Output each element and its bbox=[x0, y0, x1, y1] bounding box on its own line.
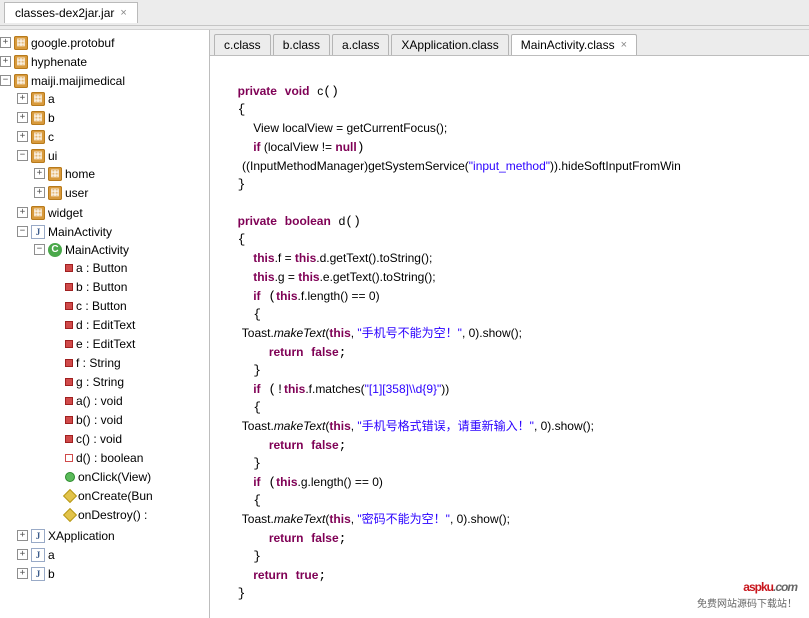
tree-node-class[interactable]: −CMainActivity bbox=[34, 241, 209, 258]
tree-node-method[interactable]: onDestroy() : bbox=[51, 506, 209, 523]
tree-node-field[interactable]: a : Button bbox=[51, 259, 209, 276]
code-editor[interactable]: private void c() { View localView = getC… bbox=[210, 56, 809, 618]
tree-node-method[interactable]: d() : boolean bbox=[51, 449, 209, 466]
tree-node-javafile[interactable]: +JXApplication bbox=[17, 527, 209, 544]
package-icon: ▦ bbox=[14, 74, 28, 88]
tree-node-method[interactable]: onClick(View) bbox=[51, 468, 209, 485]
package-icon: ▦ bbox=[31, 130, 45, 144]
field-private-icon bbox=[65, 302, 73, 310]
tree-node-package[interactable]: +▦widget bbox=[17, 204, 209, 221]
expand-icon[interactable]: + bbox=[17, 131, 28, 142]
expand-icon[interactable]: + bbox=[17, 93, 28, 104]
field-private-icon bbox=[65, 321, 73, 329]
top-tab-bar: classes-dex2jar.jar × bbox=[0, 0, 809, 26]
collapse-icon[interactable]: − bbox=[17, 150, 28, 161]
expand-icon[interactable]: + bbox=[34, 168, 45, 179]
package-icon: ▦ bbox=[31, 206, 45, 220]
close-icon[interactable]: × bbox=[120, 7, 126, 19]
java-file-icon: J bbox=[31, 225, 45, 239]
method-private-icon bbox=[65, 435, 73, 443]
close-icon[interactable]: × bbox=[621, 39, 627, 51]
collapse-icon[interactable]: − bbox=[0, 75, 11, 86]
java-file-icon: J bbox=[31, 548, 45, 562]
tree-node-method[interactable]: onCreate(Bun bbox=[51, 487, 209, 504]
tree-node-javafile[interactable]: +Ja bbox=[17, 546, 209, 563]
file-tab[interactable]: classes-dex2jar.jar × bbox=[4, 2, 138, 23]
package-icon: ▦ bbox=[31, 111, 45, 125]
tree-node-method[interactable]: b() : void bbox=[51, 411, 209, 428]
field-private-icon bbox=[65, 359, 73, 367]
package-icon: ▦ bbox=[48, 167, 62, 181]
package-icon: ▦ bbox=[14, 55, 28, 69]
expand-icon[interactable]: + bbox=[17, 568, 28, 579]
class-icon: C bbox=[48, 243, 62, 257]
expand-icon[interactable]: + bbox=[17, 207, 28, 218]
tree-node-package[interactable]: +▦hyphenate bbox=[0, 53, 209, 70]
expand-icon[interactable]: + bbox=[17, 530, 28, 541]
tree-node-method[interactable]: a() : void bbox=[51, 392, 209, 409]
expand-icon[interactable]: + bbox=[17, 549, 28, 560]
tree-node-field[interactable]: d : EditText bbox=[51, 316, 209, 333]
collapse-icon[interactable]: − bbox=[17, 226, 28, 237]
tree-node-package[interactable]: +▦c bbox=[17, 128, 209, 145]
field-private-icon bbox=[65, 283, 73, 291]
method-private-icon bbox=[65, 416, 73, 424]
tab-b-class[interactable]: b.class bbox=[273, 34, 330, 55]
collapse-icon[interactable]: − bbox=[34, 244, 45, 255]
method-public-icon bbox=[65, 472, 75, 482]
editor-tab-bar: c.class b.class a.class XApplication.cla… bbox=[210, 30, 809, 56]
java-file-icon: J bbox=[31, 529, 45, 543]
tree-node-package[interactable]: +▦b bbox=[17, 109, 209, 126]
method-private-icon bbox=[65, 454, 73, 462]
method-private-icon bbox=[65, 397, 73, 405]
method-protected-icon bbox=[63, 488, 77, 502]
field-private-icon bbox=[65, 340, 73, 348]
expand-icon[interactable]: + bbox=[34, 187, 45, 198]
tree-node-package[interactable]: −▦maiji.maijimedical bbox=[0, 72, 209, 89]
tree-node-package[interactable]: +▦google.protobuf bbox=[0, 34, 209, 51]
package-tree[interactable]: +▦google.protobuf +▦hyphenate −▦maiji.ma… bbox=[0, 30, 210, 618]
tab-mainactivity-class[interactable]: MainActivity.class× bbox=[511, 34, 637, 55]
tab-xapplication-class[interactable]: XApplication.class bbox=[391, 34, 508, 55]
field-private-icon bbox=[65, 264, 73, 272]
package-icon: ▦ bbox=[14, 36, 28, 50]
field-private-icon bbox=[65, 378, 73, 386]
tree-node-method[interactable]: c() : void bbox=[51, 430, 209, 447]
tree-node-javafile[interactable]: −JMainActivity bbox=[17, 223, 209, 240]
tree-node-javafile[interactable]: +Jb bbox=[17, 565, 209, 582]
tree-node-package[interactable]: +▦user bbox=[34, 184, 209, 201]
java-file-icon: J bbox=[31, 567, 45, 581]
tree-node-field[interactable]: b : Button bbox=[51, 278, 209, 295]
tree-node-field[interactable]: e : EditText bbox=[51, 335, 209, 352]
file-tab-label: classes-dex2jar.jar bbox=[15, 6, 114, 20]
expand-icon[interactable]: + bbox=[0, 37, 11, 48]
tab-c-class[interactable]: c.class bbox=[214, 34, 271, 55]
package-icon: ▦ bbox=[31, 92, 45, 106]
tab-a-class[interactable]: a.class bbox=[332, 34, 389, 55]
package-icon: ▦ bbox=[48, 186, 62, 200]
method-protected-icon bbox=[63, 507, 77, 521]
tree-node-field[interactable]: f : String bbox=[51, 354, 209, 371]
tree-node-package[interactable]: −▦ui bbox=[17, 147, 209, 164]
tree-node-package[interactable]: +▦home bbox=[34, 165, 209, 182]
tree-node-field[interactable]: g : String bbox=[51, 373, 209, 390]
package-icon: ▦ bbox=[31, 149, 45, 163]
tree-node-field[interactable]: c : Button bbox=[51, 297, 209, 314]
expand-icon[interactable]: + bbox=[17, 112, 28, 123]
tree-node-package[interactable]: +▦a bbox=[17, 90, 209, 107]
expand-icon[interactable]: + bbox=[0, 56, 11, 67]
